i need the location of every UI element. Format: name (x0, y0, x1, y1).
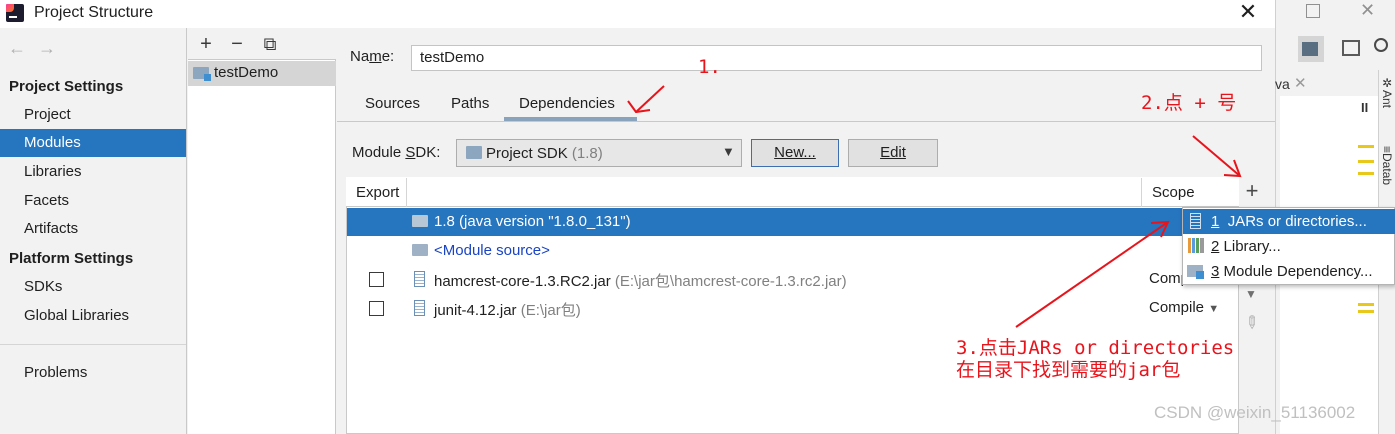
annotation-step3-line2: 在目录下找到需要的jar包 (956, 359, 1181, 381)
arrow-step3 (1015, 221, 1169, 328)
annotation-step2: 2.点 + 号 (1141, 92, 1237, 114)
arrow-step2 (1192, 135, 1241, 177)
arrow-step1 (635, 85, 665, 113)
watermark: CSDN @weixin_51136002 (1154, 403, 1356, 422)
annotation-step1: 1. (698, 56, 721, 78)
